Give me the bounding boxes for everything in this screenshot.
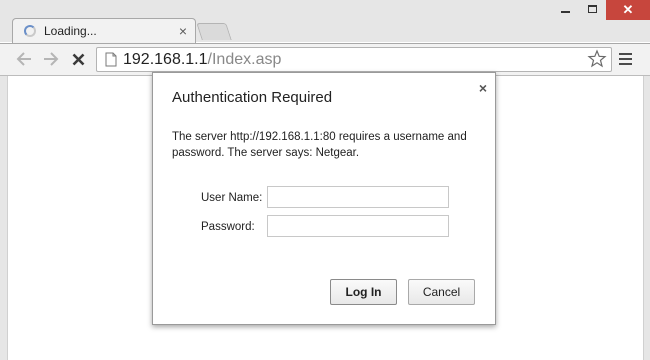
address-bar[interactable]: 192.168.1.1/Index.asp	[96, 47, 612, 72]
close-icon: ✕	[622, 2, 634, 17]
back-button[interactable]	[13, 48, 35, 70]
dialog-title: Authentication Required	[172, 89, 333, 106]
window-frame-right	[644, 76, 650, 360]
back-arrow-icon	[16, 52, 31, 66]
url-text: 192.168.1.1/Index.asp	[123, 51, 281, 69]
star-icon[interactable]	[587, 49, 607, 69]
tab-title: Loading...	[44, 24, 97, 38]
forward-arrow-icon	[44, 52, 59, 66]
username-label: User Name:	[201, 192, 263, 204]
tab-close-button[interactable]: ×	[179, 24, 187, 38]
forward-button[interactable]	[40, 48, 62, 70]
stop-icon	[72, 53, 84, 65]
maximize-button[interactable]	[579, 0, 606, 20]
loading-spinner-icon	[24, 25, 36, 37]
page-icon	[105, 52, 117, 67]
browser-tab[interactable]: Loading... ×	[12, 18, 196, 44]
new-tab-button[interactable]	[196, 23, 232, 40]
dialog-message: The server http://192.168.1.1:80 require…	[172, 131, 467, 159]
minimize-button[interactable]	[552, 0, 579, 20]
cancel-button[interactable]: Cancel	[408, 279, 475, 305]
title-bar: Loading... × ✕	[0, 0, 650, 44]
stop-button[interactable]	[67, 48, 89, 70]
username-field[interactable]	[267, 186, 449, 208]
password-field[interactable]	[267, 215, 449, 237]
url-path: /Index.asp	[207, 51, 282, 68]
hamburger-menu-icon[interactable]	[619, 53, 633, 67]
auth-dialog: Authentication Required × The server htt…	[152, 72, 496, 325]
window-frame-left	[0, 76, 7, 360]
minimize-icon	[561, 11, 570, 13]
window-close-button[interactable]: ✕	[606, 0, 650, 20]
window-controls: ✕	[552, 0, 650, 20]
login-button[interactable]: Log In	[330, 279, 397, 305]
password-label: Password:	[201, 221, 255, 233]
dialog-close-button[interactable]: ×	[479, 81, 487, 95]
url-host: 192.168.1.1	[123, 51, 208, 68]
maximize-icon	[588, 5, 597, 13]
